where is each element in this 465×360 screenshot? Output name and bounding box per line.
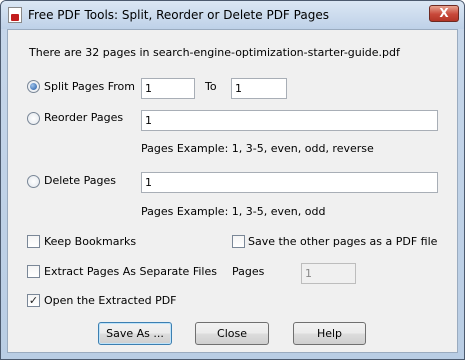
page-count-info: There are 32 pages in search-engine-opti… [29, 46, 400, 59]
save-other-pages-checkbox[interactable] [232, 235, 245, 248]
reorder-pages-label[interactable]: Reorder Pages [44, 111, 123, 124]
dialog-client-area: There are 32 pages in search-engine-opti… [7, 29, 458, 353]
extract-separate-checkbox[interactable] [27, 265, 40, 278]
pages-label: Pages [232, 265, 265, 278]
split-from-input[interactable]: 1 [141, 78, 195, 99]
delete-example-text: Pages Example: 1, 3-5, even, odd [141, 205, 326, 218]
keep-bookmarks-label[interactable]: Keep Bookmarks [44, 235, 136, 248]
open-extracted-checkbox[interactable]: ✓ [27, 294, 40, 307]
reorder-pages-input[interactable]: 1 [141, 110, 438, 131]
split-pages-radio[interactable] [27, 80, 40, 93]
open-extracted-label[interactable]: Open the Extracted PDF [44, 294, 177, 307]
help-button[interactable]: Help [293, 322, 366, 345]
save-other-pages-label[interactable]: Save the other pages as a PDF file [248, 235, 437, 248]
delete-pages-input[interactable]: 1 [141, 172, 438, 193]
delete-pages-label[interactable]: Delete Pages [44, 174, 116, 187]
keep-bookmarks-checkbox[interactable] [27, 235, 40, 248]
pages-count-input: 1 [301, 263, 356, 284]
pdf-app-icon [8, 7, 22, 23]
window-close-button[interactable]: X [429, 5, 459, 22]
save-as-button[interactable]: Save As ... [98, 322, 172, 345]
close-button[interactable]: Close [195, 322, 269, 345]
reorder-example-text: Pages Example: 1, 3-5, even, odd, revers… [141, 142, 374, 155]
title-bar[interactable]: Free PDF Tools: Split, Reorder or Delete… [1, 1, 464, 29]
window-title: Free PDF Tools: Split, Reorder or Delete… [28, 8, 329, 22]
split-to-label: To [205, 80, 217, 93]
dialog-window: Free PDF Tools: Split, Reorder or Delete… [0, 0, 465, 360]
split-pages-label[interactable]: Split Pages From [44, 80, 135, 93]
delete-pages-radio[interactable] [27, 175, 40, 188]
extract-separate-label[interactable]: Extract Pages As Separate Files [44, 265, 217, 278]
split-to-input[interactable]: 1 [231, 78, 287, 99]
reorder-pages-radio[interactable] [27, 112, 40, 125]
